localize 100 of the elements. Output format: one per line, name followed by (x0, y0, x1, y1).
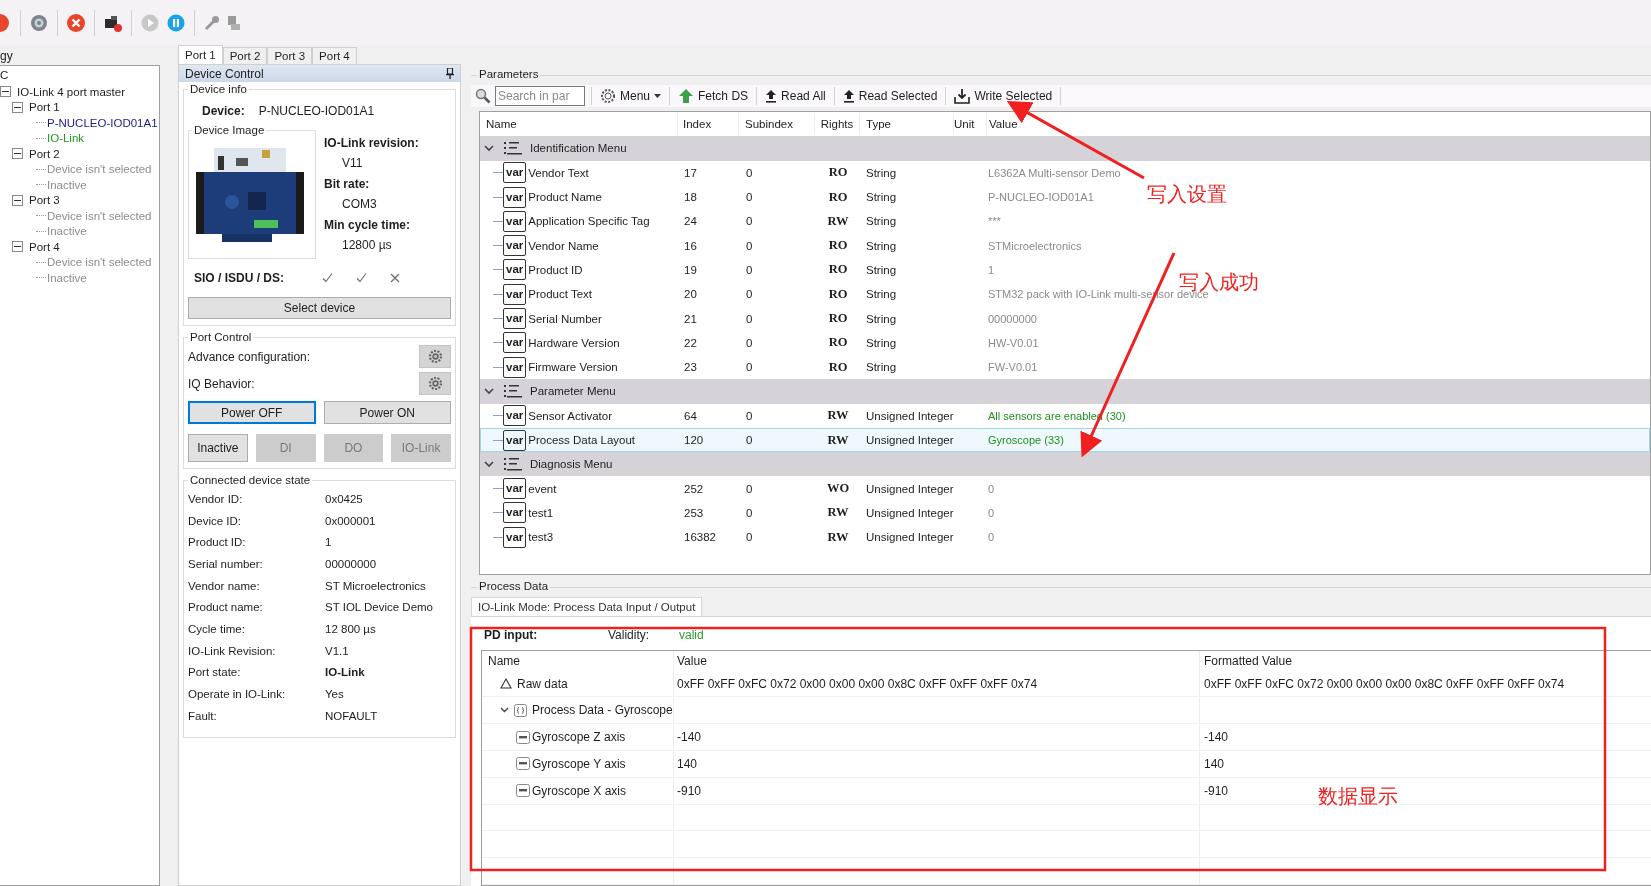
tree-item[interactable]: P-NUCLEO-IOD01A1 (47, 116, 158, 129)
table-cell-text: STMicroelectronics (987, 239, 1082, 252)
settings-icon[interactable] (29, 12, 49, 33)
port-tab[interactable]: Port 1 (178, 45, 223, 64)
select-device-button[interactable]: Select device (188, 297, 451, 319)
table-row[interactable]: var Vendor Name 16 0 RO String STMicroelectronics (480, 233, 1083, 258)
table-row[interactable]: var Process Data Layout 120 0 RW Unsigned Integer Gyroscope (33) (480, 427, 1650, 453)
column-header[interactable]: Index (678, 113, 739, 136)
state-label: Port state: (188, 666, 242, 679)
data-name: Gyroscope Z axis (532, 730, 626, 745)
group-label: Connected device state (189, 474, 312, 486)
group-row[interactable]: Diagnosis Menu (480, 452, 1650, 477)
collapse-icon[interactable] (12, 241, 23, 253)
column-header[interactable]: Rights (815, 113, 860, 136)
tree-item[interactable]: Port 1 (29, 101, 60, 114)
variable-icon: var (503, 356, 527, 378)
table-cell-text: 17 (683, 166, 698, 179)
table-cell-text: 253 (683, 506, 705, 519)
collapse-icon[interactable] (12, 101, 23, 113)
table-row[interactable]: var Product ID 19 0 RO String 1 (480, 257, 996, 283)
table-row[interactable]: var test1 253 0 RW Unsigned Integer 0 (480, 500, 996, 526)
table-cell-text: RO (827, 311, 849, 327)
table-cell: -140 (677, 730, 702, 745)
chevron-icon[interactable] (484, 460, 494, 468)
power-button[interactable]: Power OFF (188, 401, 316, 424)
port-tab[interactable]: Port 2 (222, 47, 268, 64)
toolbar-button[interactable]: Fetch DS (676, 85, 751, 108)
mode-tab[interactable]: IO-Link Mode: Process Data Input / Output (471, 596, 703, 616)
chevron-icon[interactable] (484, 144, 494, 152)
tree-item[interactable]: Device isn't selected (47, 209, 152, 222)
toolbar-button[interactable]: Write Selected (952, 85, 1055, 108)
state-value: 12 800 µs (325, 622, 377, 635)
tree-item[interactable]: IO-Link (47, 132, 85, 145)
group-row[interactable]: Parameter Menu (480, 379, 1650, 404)
power-button[interactable]: Power ON (323, 401, 451, 424)
pause-icon[interactable] (166, 12, 186, 33)
collapse-icon[interactable] (0, 86, 11, 98)
collapse-icon[interactable] (12, 194, 23, 206)
tree-item[interactable]: Inactive (47, 271, 87, 284)
mode-button[interactable]: Inactive (188, 434, 248, 462)
table-cell-text: HW-V0.01 (987, 336, 1039, 349)
column-header[interactable]: Name (480, 113, 678, 136)
search-field[interactable]: Search in par (495, 86, 585, 107)
tree-item[interactable]: Port 3 (29, 194, 60, 207)
panel-title: Device Control (185, 66, 264, 81)
variable-icon: var (503, 405, 527, 427)
table-row[interactable]: var Hardware Version 22 0 RO String HW-V0.01 (480, 330, 1040, 355)
table-cell-text: 0 (745, 482, 754, 495)
column-header[interactable]: Name (482, 650, 674, 671)
param-name: Product Text (528, 288, 592, 301)
column-header[interactable]: Value (674, 650, 1200, 671)
tree-item[interactable]: Port 4 (29, 240, 60, 253)
toolbar-button[interactable]: Read Selected (840, 85, 940, 108)
up-arrow-icon (678, 88, 695, 105)
pin-icon[interactable] (446, 68, 454, 79)
table-row[interactable]: var Serial Number 21 0 RO String 00000000 (480, 306, 1038, 331)
tree-item[interactable]: Inactive (47, 225, 87, 238)
tree-item[interactable]: Device isn't selected (47, 256, 152, 269)
state-value: 0x0425 (325, 492, 364, 505)
column-header[interactable]: Unit (954, 113, 987, 136)
column-header[interactable]: Value (987, 113, 1018, 136)
stop-icon[interactable] (0, 11, 12, 34)
state-label: IO-Link Revision: (188, 644, 277, 657)
section-title: Process Data (477, 580, 551, 593)
table-row[interactable]: var event 252 0 WO Unsigned Integer 0 (480, 476, 996, 501)
column-header[interactable]: Type (860, 113, 954, 136)
toolbar-button[interactable]: Read All (763, 85, 828, 108)
column-header[interactable]: Subindex (739, 113, 815, 136)
state-value: 0x000001 (325, 514, 377, 527)
port-tab[interactable]: Port 4 (312, 47, 357, 64)
chevron-icon[interactable] (484, 387, 494, 395)
tree-item[interactable]: Inactive (47, 178, 87, 191)
group-row[interactable]: Identification Menu (480, 136, 1650, 161)
table-row[interactable]: var Product Name 18 0 RO String P-NUCLEO-IOD01A1 (480, 184, 1095, 210)
tree-item[interactable]: Port 2 (29, 147, 60, 160)
group-title: Parameter Menu (530, 385, 616, 398)
table-row[interactable]: var Vendor Text 17 0 RO String L6362A Multi-sensor Demo (480, 160, 1122, 185)
chevron-icon[interactable] (500, 707, 509, 714)
table-cell-text: RO (827, 286, 849, 302)
table-cell-text: 0 (745, 166, 754, 179)
tree-item[interactable]: Device isn't selected (47, 163, 152, 176)
toolbar-button[interactable]: Menu (598, 85, 664, 108)
settings-button[interactable] (419, 372, 451, 395)
column-header[interactable]: Formatted Value (1200, 650, 1651, 671)
table-row[interactable]: var test3 16382 0 RW Unsigned Integer 0 (480, 525, 996, 550)
table-row[interactable]: var Application Specific Tag 24 0 RW String *** (480, 209, 1002, 234)
close-icon[interactable] (66, 12, 86, 33)
table-cell-text: String (865, 239, 898, 252)
table-cell-text: RO (827, 335, 849, 351)
upload-icon (765, 89, 778, 104)
table-cell-text: RW (826, 432, 850, 448)
table-row[interactable]: var Firmware Version 23 0 RO String FW-V0.01 (480, 355, 1039, 380)
table-cell-text: Gyroscope (33) (987, 434, 1064, 446)
port-tab[interactable]: Port 3 (267, 47, 313, 64)
detail-label: Min cycle time: (324, 218, 412, 234)
tree-item[interactable]: IO-Link 4 port master (17, 85, 125, 98)
settings-button[interactable] (419, 345, 451, 368)
tree-item[interactable]: C (0, 69, 159, 84)
collapse-icon[interactable] (12, 148, 23, 160)
table-cell-text: 0 (745, 434, 754, 446)
